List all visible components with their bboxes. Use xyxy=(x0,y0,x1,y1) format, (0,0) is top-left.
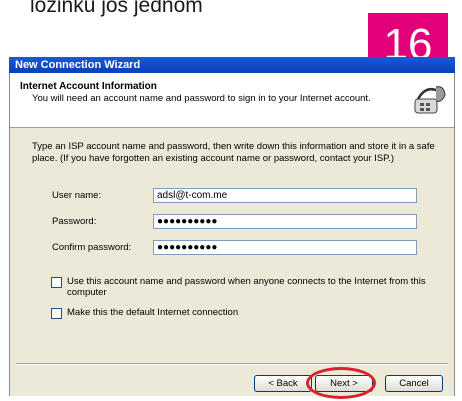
confirm-password-label: Confirm password: xyxy=(52,242,132,253)
password-label: Password: xyxy=(52,216,97,227)
use-account-for-all-label: Use this account name and password when … xyxy=(67,276,426,298)
cancel-button[interactable]: Cancel xyxy=(385,375,443,392)
username-label: User name: xyxy=(52,190,102,201)
wizard-dialog: Internet Account Information You will ne… xyxy=(9,73,455,396)
intro-text: Type an ISP account name and password, t… xyxy=(32,141,435,164)
password-input[interactable]: ●●●●●●●●●● xyxy=(153,214,417,229)
confirm-password-input[interactable]: ●●●●●●●●●● xyxy=(153,240,417,255)
header-title: Internet Account Information xyxy=(20,81,157,92)
default-connection-checkbox[interactable] xyxy=(51,308,62,319)
default-connection-label: Make this the default Internet connectio… xyxy=(67,307,239,318)
username-input[interactable]: adsl@t-com.me xyxy=(153,188,417,203)
back-button[interactable]: < Back xyxy=(254,375,312,392)
window-titlebar[interactable]: New Connection Wizard xyxy=(9,57,455,73)
next-button-highlight-circle xyxy=(306,367,376,399)
use-account-for-all-checkbox[interactable] xyxy=(51,277,62,288)
button-separator xyxy=(16,363,448,365)
phone-connection-icon xyxy=(414,86,446,114)
header-subtitle: You will need an account name and passwo… xyxy=(32,93,371,104)
caption-text: lozinku još jednom xyxy=(30,0,203,17)
wizard-header: Internet Account Information You will ne… xyxy=(10,73,454,128)
